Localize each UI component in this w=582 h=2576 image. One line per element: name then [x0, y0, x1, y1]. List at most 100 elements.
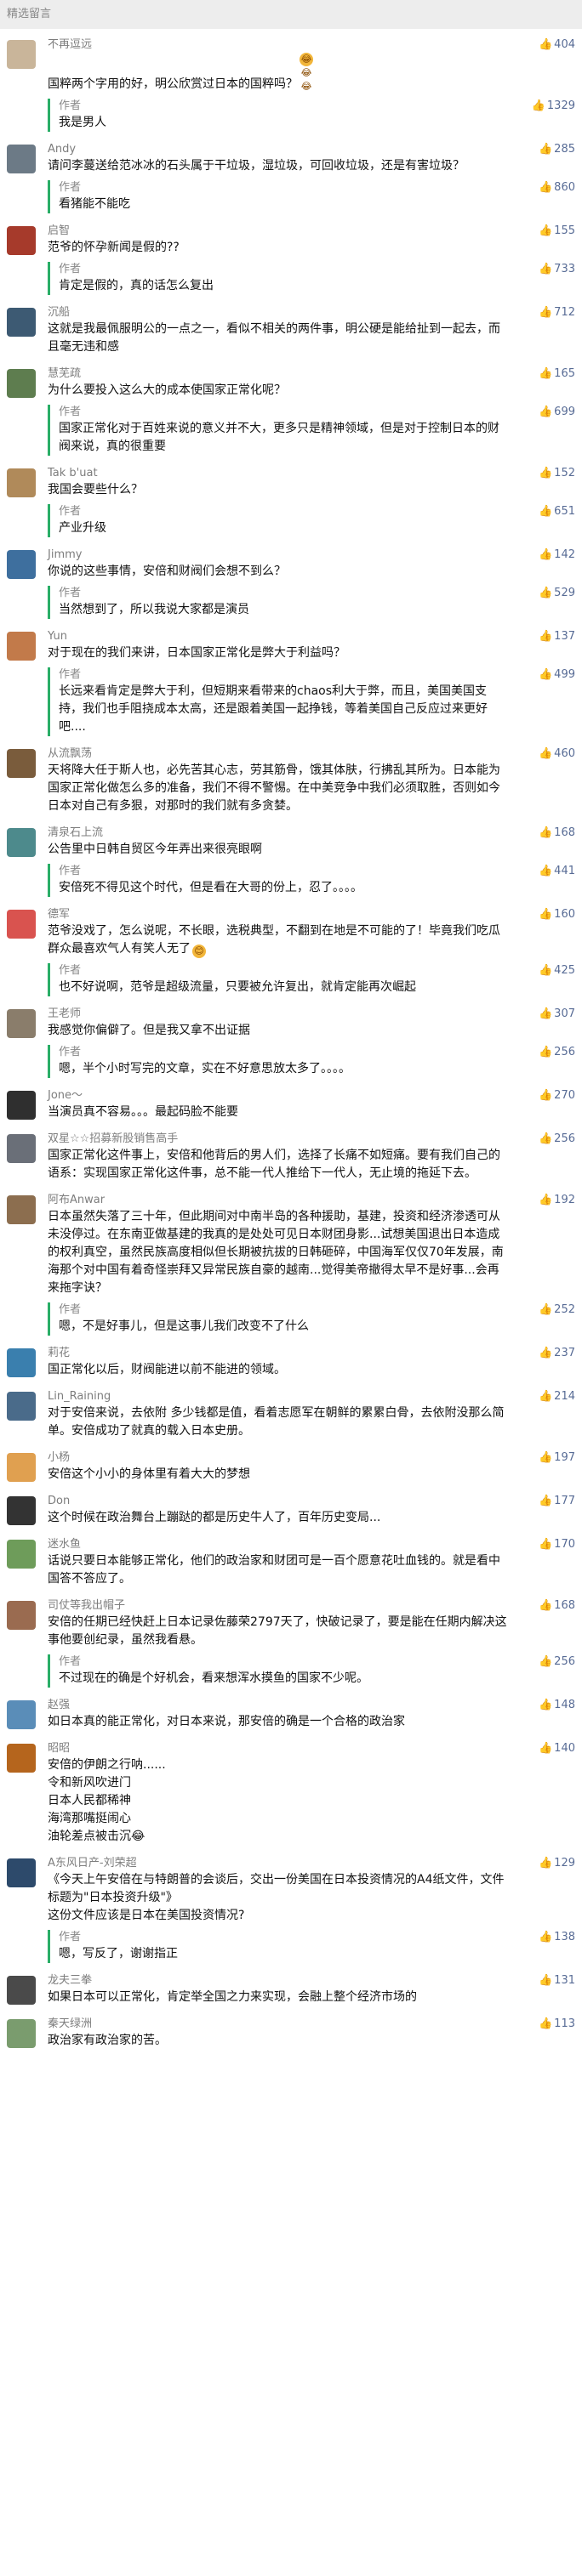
- reply-text: 安倍死不得见这个时代，但是看在大哥的份上，忍了。。。。: [59, 881, 362, 894]
- reply-like-button[interactable]: 👍 425: [539, 963, 575, 979]
- reply-like-button[interactable]: 👍 256: [539, 1045, 575, 1060]
- avatar[interactable]: [7, 2019, 36, 2048]
- comment-item: 德军 👍 160 范爷没戏了，怎么说呢，不长眼，选税典型，不翻到在地是不可能的了！毕竟…: [0, 907, 582, 996]
- reply-text: 产业升级: [59, 521, 106, 535]
- author-label: 作者: [59, 1046, 82, 1058]
- like-button[interactable]: 👍 270: [539, 1088, 575, 1104]
- avatar[interactable]: [7, 550, 36, 579]
- like-button[interactable]: 👍 307: [539, 1007, 575, 1022]
- like-button[interactable]: 👍 152: [539, 466, 575, 481]
- author-label: 作者: [59, 263, 82, 275]
- like-button[interactable]: 👍 192: [539, 1193, 575, 1208]
- like-count: 155: [554, 224, 575, 237]
- like-button[interactable]: 👍 256: [539, 1132, 575, 1147]
- like-count: 307: [554, 1007, 575, 1020]
- avatar[interactable]: [7, 1392, 36, 1421]
- avatar[interactable]: [7, 1453, 36, 1482]
- reply-text: 长远来看肯定是弊大于利，但短期来看带来的chaos利大于弊，而且，美国美国支持，…: [59, 684, 488, 734]
- avatar[interactable]: [7, 1496, 36, 1525]
- like-button[interactable]: 👍 214: [539, 1389, 575, 1404]
- reply-like-button[interactable]: 👍 138: [539, 1930, 575, 1945]
- avatar[interactable]: [7, 226, 36, 255]
- like-button[interactable]: 👍 460: [539, 746, 575, 762]
- avatar[interactable]: [7, 1540, 36, 1569]
- commenter-name: Lin_Raining: [48, 1390, 111, 1403]
- like-button[interactable]: 👍 155: [539, 224, 575, 239]
- avatar[interactable]: [7, 749, 36, 778]
- reply-like-button[interactable]: 👍 699: [539, 405, 575, 420]
- avatar[interactable]: [7, 308, 36, 337]
- like-button[interactable]: 👍 285: [539, 142, 575, 157]
- reply-text: 也不好说啊，范爷是超级流量，只要被允许复出，就肯定能再次崛起: [59, 980, 416, 994]
- reply-like-button[interactable]: 👍 733: [539, 262, 575, 277]
- avatar[interactable]: [7, 1601, 36, 1630]
- like-button[interactable]: 👍 404: [539, 37, 575, 53]
- like-button[interactable]: 👍 170: [539, 1537, 575, 1552]
- like-button[interactable]: 👍 137: [539, 629, 575, 644]
- comment-text: 我国会要些什么？: [48, 483, 143, 496]
- comment-text: 对于安倍来说，去依附 多少钱都是值，看着志愿军在朝鲜的累累白骨，去依附没那么简单…: [48, 1406, 505, 1438]
- like-button[interactable]: 👍 160: [539, 907, 575, 922]
- like-button[interactable]: 👍 113: [539, 2017, 575, 2032]
- thumb-up-icon: 👍: [538, 630, 553, 643]
- avatar[interactable]: [7, 145, 36, 173]
- commenter-name: Andy: [48, 143, 77, 156]
- reply-like-button[interactable]: 👍 529: [539, 586, 575, 601]
- commenter-name: 王老师: [48, 1007, 82, 1020]
- avatar[interactable]: [7, 1091, 36, 1120]
- thumb-up-icon: 👍: [538, 38, 553, 51]
- like-button[interactable]: 👍 165: [539, 366, 575, 382]
- avatar[interactable]: [7, 632, 36, 661]
- avatar[interactable]: [7, 468, 36, 497]
- avatar[interactable]: [7, 1976, 36, 2005]
- avatar[interactable]: [7, 1700, 36, 1729]
- avatar[interactable]: [7, 910, 36, 939]
- section-title: 精选留言: [7, 8, 52, 20]
- like-button[interactable]: 👍 712: [539, 305, 575, 321]
- like-button[interactable]: 👍 168: [539, 826, 575, 841]
- like-button[interactable]: 👍 131: [539, 1973, 575, 1989]
- thumb-up-icon: 👍: [538, 367, 553, 380]
- like-button[interactable]: 👍 177: [539, 1494, 575, 1509]
- reply-like-button[interactable]: 👍 860: [539, 180, 575, 196]
- thumb-up-icon: 👍: [538, 826, 553, 839]
- like-count: 160: [554, 908, 575, 921]
- reply-like-button[interactable]: 👍 256: [539, 1654, 575, 1670]
- thumb-up-icon: 👍: [538, 406, 553, 418]
- thumb-up-icon: 👍: [538, 908, 553, 921]
- reply-like-button[interactable]: 👍 499: [539, 667, 575, 683]
- author-label: 作者: [59, 1303, 82, 1316]
- like-button[interactable]: 👍 168: [539, 1598, 575, 1614]
- comment-item: 迷水鱼 👍 170 话说只要日本能够正常化，他们的政治家和财团可是一百个愿意花吐血钱的…: [0, 1537, 582, 1588]
- reply-like-button[interactable]: 👍 441: [539, 864, 575, 879]
- thumb-up-icon: 👍: [538, 181, 553, 194]
- like-count: 168: [554, 1599, 575, 1612]
- avatar[interactable]: [7, 369, 36, 398]
- avatar[interactable]: [7, 828, 36, 857]
- author-reply: 作者 👍 651 产业升级: [48, 504, 575, 537]
- author-label: 作者: [59, 964, 82, 977]
- like-button[interactable]: 👍 237: [539, 1346, 575, 1361]
- comment-text: 安倍这个小小的身体里有着大大的梦想: [48, 1467, 250, 1481]
- comment-item: Lin_Raining 👍 214 对于安倍来说，去依附 多少钱都是值，看着志愿军在朝…: [0, 1389, 582, 1440]
- reply-like-button[interactable]: 👍 651: [539, 504, 575, 519]
- reply-like-button[interactable]: 👍 252: [539, 1302, 575, 1318]
- avatar[interactable]: [7, 1195, 36, 1224]
- commenter-name: 龙夫三拳: [48, 1974, 93, 1987]
- author-label: 作者: [59, 587, 82, 599]
- commenter-name: 双星☆☆招募新股销售高手: [48, 1132, 179, 1145]
- like-button[interactable]: 👍 148: [539, 1698, 575, 1713]
- like-button[interactable]: 👍 129: [539, 1856, 575, 1871]
- like-button[interactable]: 👍 197: [539, 1450, 575, 1466]
- avatar[interactable]: [7, 40, 36, 69]
- like-button[interactable]: 👍 142: [539, 548, 575, 563]
- avatar[interactable]: [7, 1858, 36, 1887]
- avatar[interactable]: [7, 1744, 36, 1773]
- avatar[interactable]: [7, 1009, 36, 1038]
- commenter-name: 莉花: [48, 1347, 71, 1359]
- reply-like-button[interactable]: 👍 1329: [532, 99, 575, 114]
- avatar[interactable]: [7, 1134, 36, 1163]
- avatar[interactable]: [7, 1348, 36, 1377]
- like-button[interactable]: 👍 140: [539, 1741, 575, 1756]
- author-reply: 作者 👍 138 嗯，写反了，谢谢指正: [48, 1930, 575, 1963]
